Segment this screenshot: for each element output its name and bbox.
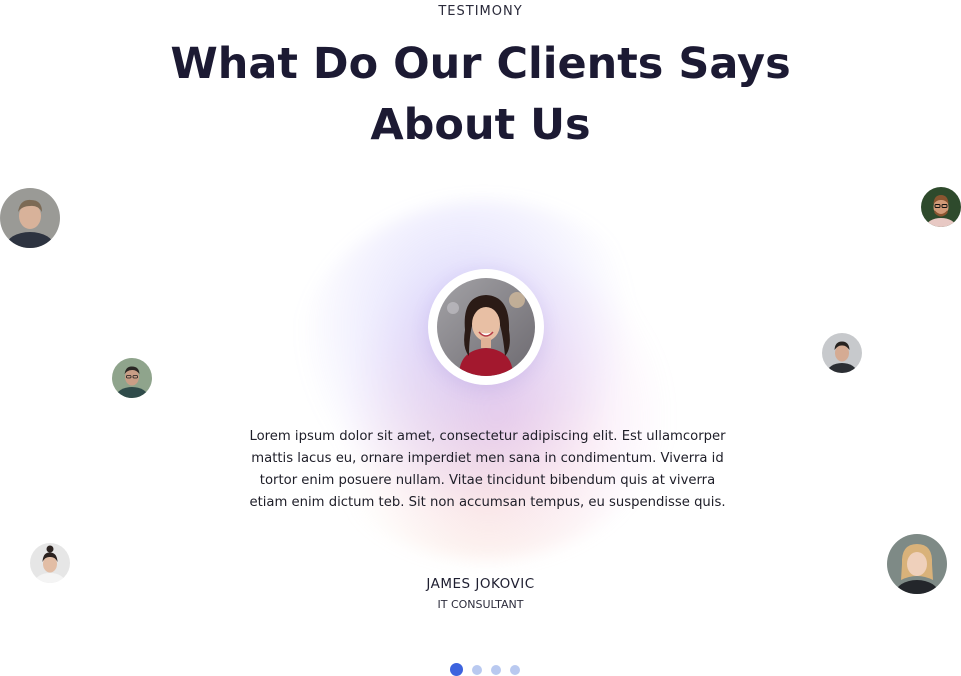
slide-dot-1[interactable] xyxy=(450,663,463,676)
featured-client-avatar xyxy=(437,278,535,376)
client-avatar-4[interactable] xyxy=(921,187,961,227)
section-title: What Do Our Clients Says About Us xyxy=(0,34,961,156)
section-eyebrow: TESTIMONY xyxy=(438,4,523,19)
slide-dot-3[interactable] xyxy=(491,664,501,675)
client-avatar-1[interactable] xyxy=(0,188,60,248)
client-avatar-2[interactable] xyxy=(112,358,152,398)
client-name: JAMES JOKOVIC xyxy=(426,576,535,592)
slide-dot-2[interactable] xyxy=(472,664,482,675)
featured-avatar-frame xyxy=(428,269,544,385)
client-avatar-5[interactable] xyxy=(822,333,862,373)
section-title-line-1: What Do Our Clients Says xyxy=(170,39,791,89)
testimonial-quote: Lorem ipsum dolor sit amet, consectetur … xyxy=(249,429,726,510)
section-title-line-2: About Us xyxy=(370,100,591,150)
client-role: IT CONSULTANT xyxy=(437,598,524,611)
slider-pagination xyxy=(450,663,520,676)
slide-dot-4[interactable] xyxy=(510,664,520,675)
testimonial-section: TESTIMONY What Do Our Clients Says About… xyxy=(0,0,961,676)
